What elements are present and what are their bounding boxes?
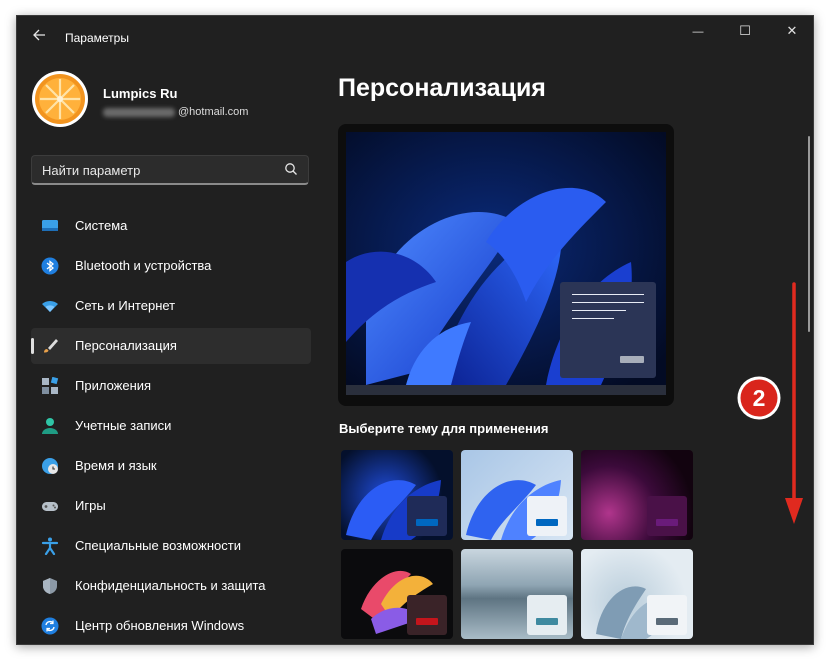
down-arrow-icon: [785, 282, 803, 524]
theme-section-label: Выберите тему для применения: [339, 421, 549, 436]
page-title: Персонализация: [338, 74, 546, 102]
accessibility-icon: [41, 537, 59, 555]
profile-email: @hotmail.com: [103, 106, 248, 118]
sidebar-item-network[interactable]: Сеть и Интернет: [31, 288, 311, 324]
minimize-icon: —: [692, 26, 704, 38]
sidebar-item-windows-update[interactable]: Центр обновления Windows: [31, 608, 311, 644]
maximize-icon: ☐: [739, 23, 751, 38]
profile-name: Lumpics Ru: [103, 86, 178, 101]
step-number: 2: [752, 385, 766, 411]
preview-line: [572, 310, 626, 311]
preview-window: [560, 282, 656, 378]
clock-globe-icon: [42, 458, 58, 474]
window-title: Параметры: [65, 31, 129, 45]
preview-taskbar: [346, 385, 666, 395]
bluetooth-icon: [41, 257, 59, 275]
title-bar: Параметры — ☐ ✕: [17, 16, 813, 60]
sidebar-item-label: Персонализация: [75, 338, 177, 353]
maximize-button[interactable]: ☐: [722, 16, 768, 46]
sidebar-item-label: Время и язык: [75, 458, 157, 473]
sidebar-item-label: Центр обновления Windows: [75, 618, 245, 633]
theme-preview: [338, 124, 674, 406]
scrollbar-thumb[interactable]: [808, 136, 810, 332]
step-badge: 2: [736, 375, 782, 421]
sidebar-item-privacy[interactable]: Конфиденциальность и защита: [31, 568, 311, 604]
theme-tile-window: [527, 595, 567, 635]
sidebar-nav: Система Bluetooth и устройства Сеть и Ин…: [31, 208, 311, 644]
sidebar-item-label: Bluetooth и устройства: [75, 258, 212, 273]
back-button[interactable]: [25, 24, 53, 52]
preview-button: [620, 356, 644, 363]
wifi-icon: [42, 300, 58, 312]
shield-icon: [43, 578, 57, 594]
gamepad-icon: [42, 502, 58, 511]
preview-wallpaper: [346, 132, 666, 385]
sidebar-item-label: Конфиденциальность и защита: [75, 578, 266, 593]
avatar: [32, 71, 88, 127]
theme-tile-windows-light[interactable]: [461, 450, 573, 540]
sidebar-item-apps[interactable]: Приложения: [31, 368, 311, 404]
minimize-button[interactable]: —: [675, 16, 721, 46]
accent-swatch: [656, 618, 678, 625]
sidebar-item-bluetooth[interactable]: Bluetooth и устройства: [31, 248, 311, 284]
close-button[interactable]: ✕: [769, 16, 813, 46]
sidebar-item-label: Сеть и Интернет: [75, 298, 176, 313]
sidebar-item-label: Игры: [75, 498, 106, 513]
theme-tile-flow[interactable]: [581, 549, 693, 639]
brush-icon: [44, 339, 58, 353]
theme-tile-glow[interactable]: [581, 450, 693, 540]
person-icon: [42, 418, 58, 434]
monitor-icon: [42, 220, 58, 231]
accent-swatch: [416, 618, 438, 625]
sidebar-item-label: Специальные возможности: [75, 538, 241, 553]
accent-swatch: [416, 519, 438, 526]
accent-swatch: [536, 519, 558, 526]
preview-line: [572, 302, 644, 303]
theme-tile-windows-dark[interactable]: [341, 450, 453, 540]
sidebar-item-accessibility[interactable]: Специальные возможности: [31, 528, 311, 564]
theme-tile-window: [407, 496, 447, 536]
sidebar-item-personalization[interactable]: Персонализация: [31, 328, 311, 364]
theme-tile-window: [647, 595, 687, 635]
sidebar-item-gaming[interactable]: Игры: [31, 488, 311, 524]
arrow-left-icon: [33, 29, 45, 41]
redacted-email-part: [103, 107, 175, 117]
sidebar-item-system[interactable]: Система: [31, 208, 311, 244]
sidebar-item-accounts[interactable]: Учетные записи: [31, 408, 311, 444]
close-icon: ✕: [786, 23, 798, 38]
sidebar-item-time-language[interactable]: Время и язык: [31, 448, 311, 484]
theme-tile-window: [407, 595, 447, 635]
active-indicator: [31, 338, 34, 354]
sidebar-item-label: Учетные записи: [75, 418, 172, 433]
sidebar-item-label: Приложения: [75, 378, 152, 393]
theme-tile-window: [647, 496, 687, 536]
theme-tile-window: [527, 496, 567, 536]
update-icon: [41, 617, 59, 635]
email-domain: @hotmail.com: [178, 106, 249, 118]
theme-tile-sunrise[interactable]: [461, 549, 573, 639]
apps-icon: [42, 377, 59, 394]
search-input[interactable]: Найти параметр: [31, 155, 309, 185]
accent-swatch: [536, 618, 558, 625]
search-placeholder: Найти параметр: [42, 163, 141, 178]
theme-tile-captured-motion[interactable]: [341, 549, 453, 639]
accent-swatch: [656, 519, 678, 526]
settings-window: Параметры — ☐ ✕ Lumpics Ru @hotmail.com: [16, 15, 814, 645]
preview-line: [572, 294, 644, 295]
preview-line: [572, 318, 614, 319]
sidebar-item-label: Система: [75, 218, 128, 233]
search-icon: [285, 163, 297, 175]
